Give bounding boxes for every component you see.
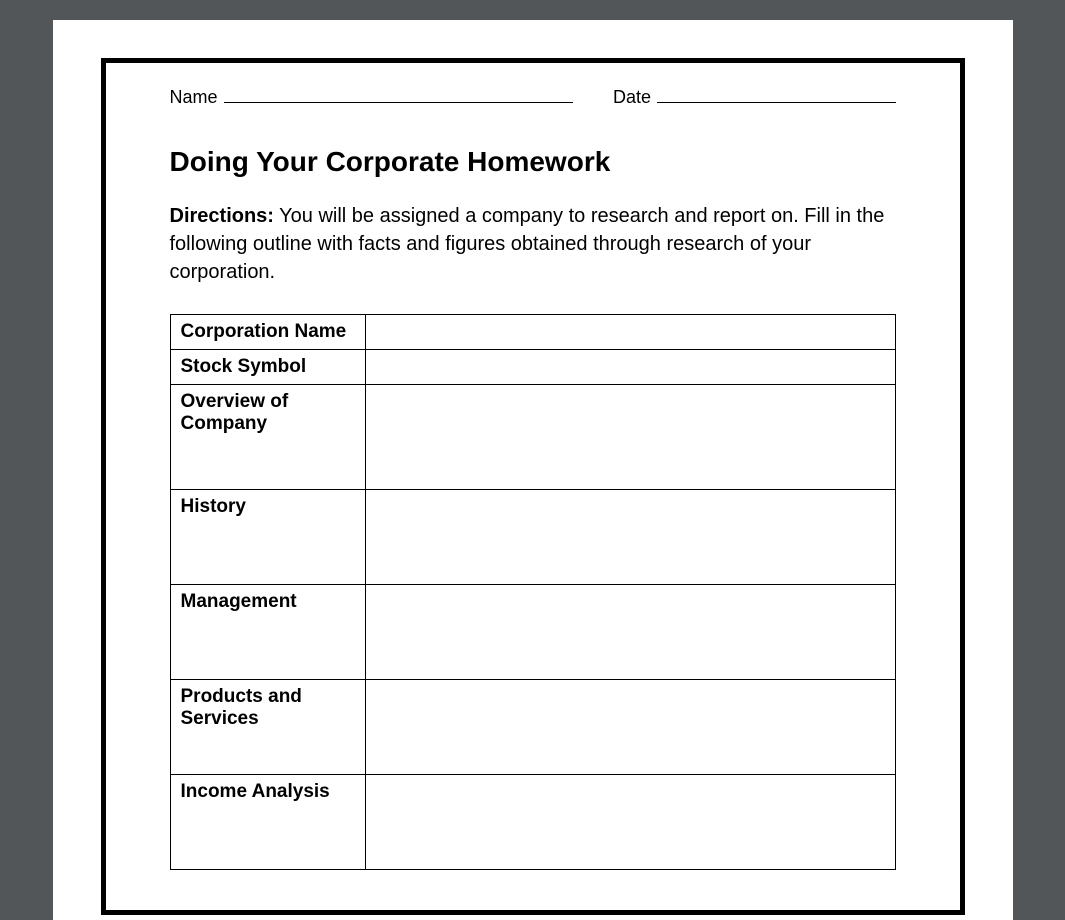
row-label: Management (170, 585, 365, 680)
name-blank-line[interactable] (224, 85, 574, 103)
table-row: Overview of Company (170, 385, 895, 490)
table-row: Stock Symbol (170, 350, 895, 385)
row-value[interactable] (365, 585, 895, 680)
outline-table-body: Corporation NameStock SymbolOverview of … (170, 315, 895, 870)
page-title: Doing Your Corporate Homework (170, 146, 896, 178)
directions-lead: Directions: (170, 205, 274, 227)
row-label: Income Analysis (170, 775, 365, 870)
row-value[interactable] (365, 350, 895, 385)
name-label: Name (170, 87, 218, 108)
outline-table: Corporation NameStock SymbolOverview of … (170, 314, 896, 870)
name-field-group: Name (170, 85, 574, 108)
date-blank-line[interactable] (657, 85, 895, 103)
row-value[interactable] (365, 680, 895, 775)
row-label: History (170, 490, 365, 585)
row-value[interactable] (365, 315, 895, 350)
table-row: Corporation Name (170, 315, 895, 350)
row-value[interactable] (365, 490, 895, 585)
table-row: History (170, 490, 895, 585)
row-label: Corporation Name (170, 315, 365, 350)
row-label: Overview of Company (170, 385, 365, 490)
header-row: Name Date (170, 85, 896, 108)
table-row: Income Analysis (170, 775, 895, 870)
directions-body: You will be assigned a company to resear… (170, 205, 885, 283)
directions-paragraph: Directions: You will be assigned a compa… (170, 202, 896, 286)
document-page: Name Date Doing Your Corporate Homework … (53, 20, 1013, 920)
row-label: Stock Symbol (170, 350, 365, 385)
page-border: Name Date Doing Your Corporate Homework … (101, 58, 965, 915)
table-row: Products and Services (170, 680, 895, 775)
row-value[interactable] (365, 385, 895, 490)
table-row: Management (170, 585, 895, 680)
date-label: Date (613, 87, 651, 108)
date-field-group: Date (613, 85, 895, 108)
row-label: Products and Services (170, 680, 365, 775)
row-value[interactable] (365, 775, 895, 870)
